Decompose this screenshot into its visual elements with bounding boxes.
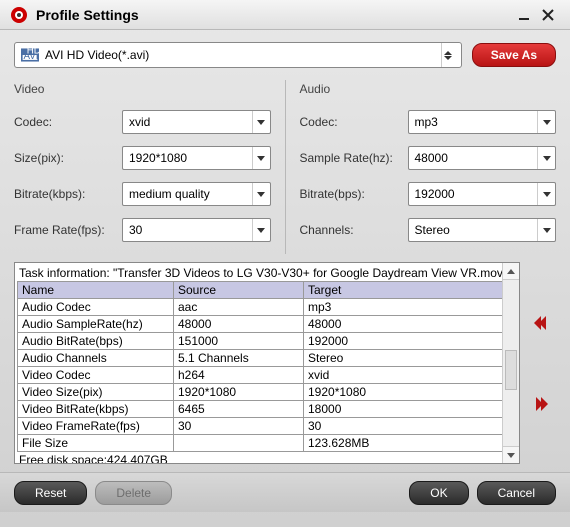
format-icon: AVIHD	[21, 48, 39, 62]
prev-task-button[interactable]	[528, 310, 554, 336]
audio-heading: Audio	[300, 82, 557, 96]
video-framerate-label: Frame Rate(fps):	[14, 223, 122, 237]
profile-label: AVI HD Video(*.avi)	[45, 48, 441, 62]
save-as-button[interactable]: Save As	[472, 43, 556, 67]
audio-channels-label: Channels:	[300, 223, 408, 237]
table-row[interactable]: Audio Codecaacmp3	[18, 299, 517, 316]
table-row[interactable]: File Size123.628MB	[18, 435, 517, 452]
table-row[interactable]: Audio Channels5.1 ChannelsStereo	[18, 350, 517, 367]
delete-button: Delete	[95, 481, 172, 505]
chevron-down-icon	[252, 147, 270, 169]
chevron-down-icon	[252, 111, 270, 133]
vertical-scrollbar[interactable]	[502, 263, 519, 463]
video-panel: Video Codec: xvid Size(pix): 1920*1080 B…	[14, 80, 271, 254]
footer: Reset Delete OK Cancel	[0, 472, 570, 512]
scroll-up-button[interactable]	[503, 263, 519, 280]
profile-dropdown-icon	[441, 43, 455, 67]
audio-codec-combo[interactable]: mp3	[408, 110, 557, 134]
video-codec-combo[interactable]: xvid	[122, 110, 271, 134]
scroll-down-button[interactable]	[503, 446, 519, 463]
table-row[interactable]: Audio SampleRate(hz)4800048000	[18, 316, 517, 333]
chevron-down-icon	[537, 111, 555, 133]
video-framerate-combo[interactable]: 30	[122, 218, 271, 242]
double-right-icon	[536, 397, 546, 411]
chevron-down-icon	[252, 219, 270, 241]
chevron-down-icon	[537, 219, 555, 241]
task-info-box: Task information: "Transfer 3D Videos to…	[14, 262, 520, 464]
next-task-button[interactable]	[528, 391, 554, 417]
chevron-down-icon	[252, 183, 270, 205]
audio-codec-label: Codec:	[300, 115, 408, 129]
table-row[interactable]: Video Size(pix)1920*10801920*1080	[18, 384, 517, 401]
profile-select[interactable]: AVIHD AVI HD Video(*.avi)	[14, 42, 462, 68]
table-row[interactable]: Video FrameRate(fps)3030	[18, 418, 517, 435]
audio-bitrate-combo[interactable]: 192000	[408, 182, 557, 206]
video-bitrate-combo[interactable]: medium quality	[122, 182, 271, 206]
content-area: AVIHD AVI HD Video(*.avi) Save As Video …	[0, 30, 570, 472]
window-title: Profile Settings	[36, 7, 512, 23]
cancel-button[interactable]: Cancel	[477, 481, 556, 505]
audio-samplerate-combo[interactable]: 48000	[408, 146, 557, 170]
task-info-text: Task information: "Transfer 3D Videos to…	[17, 265, 517, 281]
free-disk-text: Free disk space:424.407GB	[17, 452, 517, 463]
table-row[interactable]: Audio BitRate(bps)151000192000	[18, 333, 517, 350]
double-left-icon	[536, 316, 546, 330]
titlebar: Profile Settings	[0, 0, 570, 30]
video-size-combo[interactable]: 1920*1080	[122, 146, 271, 170]
table-row[interactable]: Video BitRate(kbps)646518000	[18, 401, 517, 418]
th-target[interactable]: Target	[304, 282, 517, 299]
table-row[interactable]: Video Codech264xvid	[18, 367, 517, 384]
side-nav	[526, 262, 556, 464]
scroll-thumb[interactable]	[505, 350, 517, 390]
close-button[interactable]	[536, 5, 560, 25]
chevron-down-icon	[537, 147, 555, 169]
task-table: Name Source Target Audio Codecaacmp3Audi…	[17, 281, 517, 452]
th-name[interactable]: Name	[18, 282, 174, 299]
audio-panel: Audio Codec: mp3 Sample Rate(hz): 48000 …	[285, 80, 557, 254]
video-codec-label: Codec:	[14, 115, 122, 129]
svg-text:HD: HD	[27, 48, 39, 56]
video-size-label: Size(pix):	[14, 151, 122, 165]
app-icon	[10, 6, 28, 24]
audio-channels-combo[interactable]: Stereo	[408, 218, 557, 242]
scroll-track[interactable]	[503, 280, 519, 446]
chevron-down-icon	[537, 183, 555, 205]
video-heading: Video	[14, 82, 271, 96]
video-bitrate-label: Bitrate(kbps):	[14, 187, 122, 201]
reset-button[interactable]: Reset	[14, 481, 87, 505]
audio-samplerate-label: Sample Rate(hz):	[300, 151, 408, 165]
minimize-button[interactable]	[512, 5, 536, 25]
th-source[interactable]: Source	[174, 282, 304, 299]
audio-bitrate-label: Bitrate(bps):	[300, 187, 408, 201]
ok-button[interactable]: OK	[409, 481, 468, 505]
